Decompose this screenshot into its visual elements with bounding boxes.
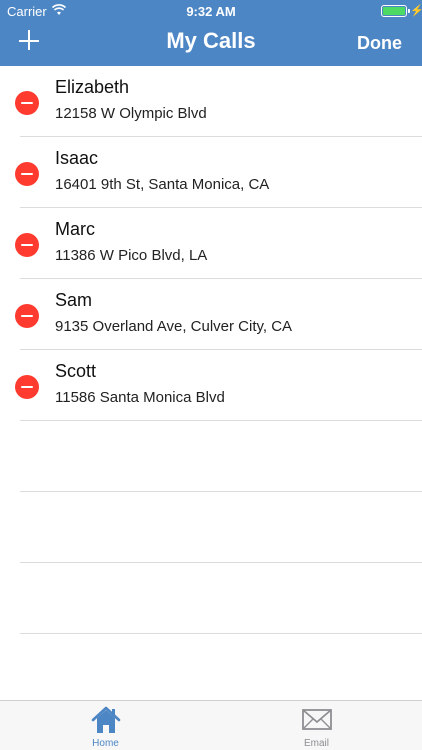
tab-bar: Home Email <box>0 700 422 750</box>
call-address: 16401 9th St, Santa Monica, CA <box>55 176 270 193</box>
call-name: Elizabeth <box>55 77 130 97</box>
empty-row <box>0 563 422 634</box>
delete-icon[interactable] <box>15 304 39 328</box>
delete-icon[interactable] <box>15 375 39 399</box>
battery-icon <box>381 5 410 17</box>
charging-icon: ⚡ <box>410 5 422 17</box>
call-name: Sam <box>55 290 93 310</box>
status-bar: Carrier 9:32 AM ⚡ <box>0 0 422 22</box>
list-item[interactable]: Marc 11386 W Pico Blvd, LA <box>0 208 422 279</box>
call-address: 12158 W Olympic Blvd <box>55 105 207 122</box>
tab-label: Home <box>92 738 119 749</box>
call-address: 9135 Overland Ave, Culver City, CA <box>55 318 293 335</box>
list-item[interactable]: Isaac 16401 9th St, Santa Monica, CA <box>0 137 422 208</box>
calls-list: Elizabeth 12158 W Olympic Blvd Isaac 164… <box>0 66 422 634</box>
tab-label: Email <box>303 738 329 749</box>
call-name: Isaac <box>55 148 99 168</box>
call-name: Marc <box>55 219 95 239</box>
tab-email[interactable]: Email <box>211 701 422 750</box>
delete-icon[interactable] <box>15 162 39 186</box>
home-icon <box>91 706 121 733</box>
status-time: 9:32 AM <box>186 4 236 19</box>
tab-home[interactable]: Home <box>0 701 211 750</box>
envelope-icon <box>302 709 332 730</box>
navigation-header: Carrier 9:32 AM ⚡ My Calls Done <box>0 0 422 66</box>
list-item[interactable]: Sam 9135 Overland Ave, Culver City, CA <box>0 279 422 350</box>
call-name: Scott <box>55 361 97 381</box>
call-address: 11586 Santa Monica Blvd <box>55 389 225 406</box>
list-item[interactable]: Elizabeth 12158 W Olympic Blvd <box>0 66 422 137</box>
empty-row <box>0 492 422 563</box>
empty-row <box>0 421 422 492</box>
list-item[interactable]: Scott 11586 Santa Monica Blvd <box>0 350 422 421</box>
delete-icon[interactable] <box>15 233 39 257</box>
call-address: 11386 W Pico Blvd, LA <box>55 247 208 264</box>
delete-icon[interactable] <box>15 91 39 115</box>
done-button[interactable]: Done <box>357 33 402 54</box>
